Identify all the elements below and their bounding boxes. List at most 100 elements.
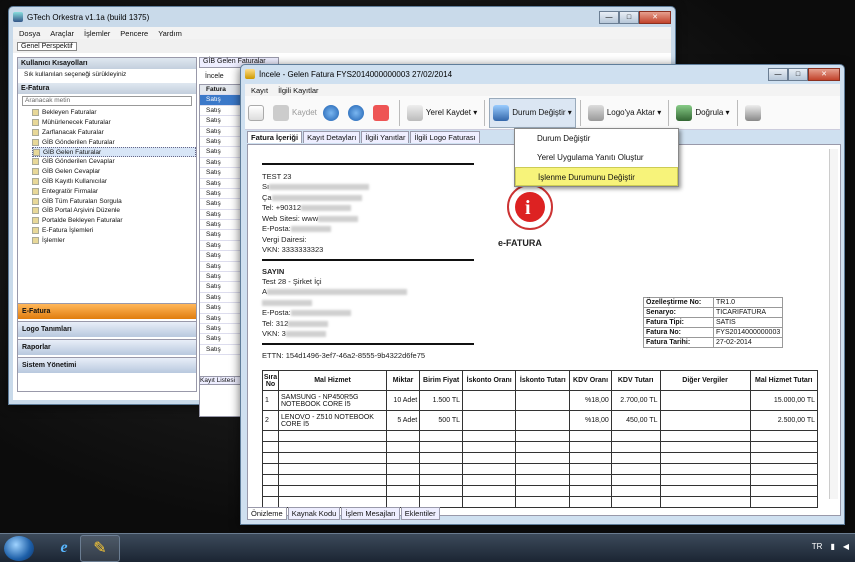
list-item[interactable]: Satış	[200, 95, 245, 106]
list-item[interactable]: Satış	[200, 137, 245, 148]
menu-kayit[interactable]: Kayıt	[251, 86, 268, 95]
list-item[interactable]: Satış	[200, 189, 245, 200]
list-item[interactable]: Satış	[200, 334, 245, 345]
list-item[interactable]: Satış	[200, 179, 245, 189]
tree-item[interactable]: GİB Kayıtlı Kullanıcılar	[32, 177, 196, 187]
logo-transfer-button[interactable]: Logo'ya Aktar ▾	[585, 98, 664, 128]
list-item[interactable]: Satış	[200, 314, 245, 324]
folder-icon	[33, 148, 40, 156]
list-item[interactable]: Satış	[200, 241, 245, 252]
menu-bar: Kayıt İlgili Kayıtlar	[245, 84, 840, 96]
print-button[interactable]	[742, 98, 767, 128]
menu-dosya[interactable]: Dosya	[19, 29, 40, 38]
efatura-header[interactable]: E-Fatura	[18, 83, 196, 94]
maximize-button[interactable]: □	[619, 10, 639, 24]
list-item[interactable]: Satış	[200, 293, 245, 304]
tree-item[interactable]: Zarflanacak Faturalar	[32, 128, 196, 138]
down-button[interactable]	[345, 98, 370, 128]
list-item[interactable]: Satış	[200, 272, 245, 283]
list-item[interactable]: Satış	[200, 116, 245, 127]
tree-item[interactable]: GİB Portal Arşivini Düzenle	[32, 206, 196, 216]
status-dropdown-menu: Durum Değiştir Yerel Uygulama Yanıtı Olu…	[514, 128, 679, 187]
menu-islemler[interactable]: İşlemler	[84, 29, 110, 38]
list-item[interactable]: Satış	[200, 168, 245, 179]
tree-item[interactable]: İşlemler	[32, 235, 196, 245]
menu-pencere[interactable]: Pencere	[120, 29, 148, 38]
tab-fatura-icerigi[interactable]: Fatura İçeriği	[247, 131, 303, 143]
tree-item[interactable]: GİB Gönderilen Faturalar	[32, 137, 196, 147]
tree-item-selected[interactable]: GİB Gelen Faturalar	[32, 147, 196, 157]
nav-raporlar[interactable]: Raporlar	[18, 339, 196, 355]
network-icon[interactable]: ▮	[830, 542, 834, 551]
transfer-icon	[587, 104, 604, 121]
tab-kayit-listesi[interactable]: Kayıt Listesi	[199, 376, 246, 385]
tab-kayit-detaylari[interactable]: Kayıt Detayları	[303, 131, 361, 143]
tree-item[interactable]: Mühürlenecek Faturalar	[32, 118, 196, 128]
list-item[interactable]: Satış	[200, 106, 245, 117]
local-save-button[interactable]: Yerel Kaydet ▾	[404, 98, 480, 128]
tab-onizleme[interactable]: Önizleme	[247, 507, 287, 520]
tab-islem-mesajlari[interactable]: İşlem Mesajları	[341, 507, 400, 520]
minimize-button[interactable]: —	[599, 10, 619, 24]
volume-icon[interactable]: ◀	[843, 542, 849, 551]
app-taskbar-icon[interactable]: ✎	[80, 535, 120, 562]
nav-logo-tanimlari[interactable]: Logo Tanımları	[18, 321, 196, 337]
tab-ilgili-yanitlar[interactable]: İlgili Yanıtlar	[361, 131, 410, 143]
list-item[interactable]: Satış	[200, 147, 245, 158]
perspective-button[interactable]: Genel Perspektif	[17, 41, 77, 51]
list-item[interactable]: Satış	[200, 251, 245, 262]
maximize-button[interactable]: □	[788, 67, 808, 81]
list-item[interactable]: Satış	[200, 127, 245, 137]
list-item[interactable]: Satış	[200, 210, 245, 221]
nav-sistem-yonetimi[interactable]: Sistem Yönetimi	[18, 357, 196, 373]
tree-item[interactable]: Entegratör Firmalar	[32, 186, 196, 196]
close-button[interactable]: ✕	[639, 10, 671, 24]
search-input[interactable]: Aranacak metin	[22, 96, 192, 106]
tree-item[interactable]: GİB Gönderilen Cevaplar	[32, 157, 196, 167]
menu-item-durum-degistir[interactable]: Durum Değiştir	[515, 129, 678, 148]
list-item[interactable]: Satış	[200, 220, 245, 231]
tab-kaynak-kodu[interactable]: Kaynak Kodu	[287, 507, 341, 520]
save-button[interactable]: Kaydet	[270, 98, 320, 128]
buyer-title: SAYIN	[262, 267, 285, 276]
list-item[interactable]: Satış	[200, 262, 245, 273]
tab-eklentiler[interactable]: Eklentiler	[400, 507, 440, 520]
menu-yardim[interactable]: Yardım	[158, 29, 182, 38]
verify-button[interactable]: Doğrula ▾	[673, 98, 732, 128]
tree-item[interactable]: GİB Gelen Cevaplar	[32, 167, 196, 177]
nav-efatura[interactable]: E-Fatura	[18, 303, 196, 319]
incele-button[interactable]: İncele	[205, 73, 245, 80]
status-change-button[interactable]: Durum Değiştir ▾	[489, 97, 576, 128]
tree-item[interactable]: E-Fatura İşlemleri	[32, 226, 196, 236]
tree-item[interactable]: GİB Tüm Faturaları Sorgula	[32, 196, 196, 206]
list-item[interactable]: Satış	[200, 158, 245, 169]
new-button[interactable]	[245, 98, 270, 128]
list-header[interactable]: Fatura	[200, 85, 245, 96]
list-item[interactable]: Satış	[200, 230, 245, 241]
up-button[interactable]	[320, 98, 345, 128]
menu-item-yerel-yanit[interactable]: Yerel Uygulama Yanıtı Oluştur	[515, 148, 678, 167]
minimize-button[interactable]: —	[768, 67, 788, 81]
list-item[interactable]: Satış	[200, 324, 245, 335]
approve-button[interactable]	[370, 98, 395, 128]
buyer-name: Test 28 - Şirket İçi	[262, 277, 322, 286]
vertical-scrollbar[interactable]	[829, 149, 838, 499]
list-item[interactable]: Satış	[200, 199, 245, 210]
title-bar[interactable]: GTech Orkestra v1.1a (build 1375) — □ ✕	[9, 7, 675, 27]
menu-araclar[interactable]: Araçlar	[50, 29, 74, 38]
start-button[interactable]	[4, 536, 34, 561]
folder-icon	[32, 128, 39, 136]
list-item[interactable]: Satış	[200, 303, 245, 314]
list-item[interactable]: Satış	[200, 282, 245, 293]
tab-ilgili-logo-faturasi[interactable]: İlgili Logo Faturası	[410, 131, 480, 143]
ie-icon[interactable]: e	[44, 535, 84, 562]
close-button[interactable]: ✕	[808, 67, 840, 81]
shortcuts-header[interactable]: Kullanıcı Kısayolları	[18, 58, 196, 69]
tree-item[interactable]: Portalde Bekleyen Faturalar	[32, 216, 196, 226]
list-item[interactable]: Satış	[200, 345, 245, 356]
menu-item-islenme-durumu[interactable]: İşlenme Durumunu Değiştir	[515, 167, 678, 186]
language-indicator[interactable]: TR	[812, 542, 823, 551]
tree-item[interactable]: Bekleyen Faturalar	[32, 108, 196, 118]
menu-ilgili-kayitlar[interactable]: İlgili Kayıtlar	[278, 86, 318, 95]
title-bar[interactable]: İncele - Gelen Fatura FYS2014000000003 2…	[241, 65, 844, 83]
